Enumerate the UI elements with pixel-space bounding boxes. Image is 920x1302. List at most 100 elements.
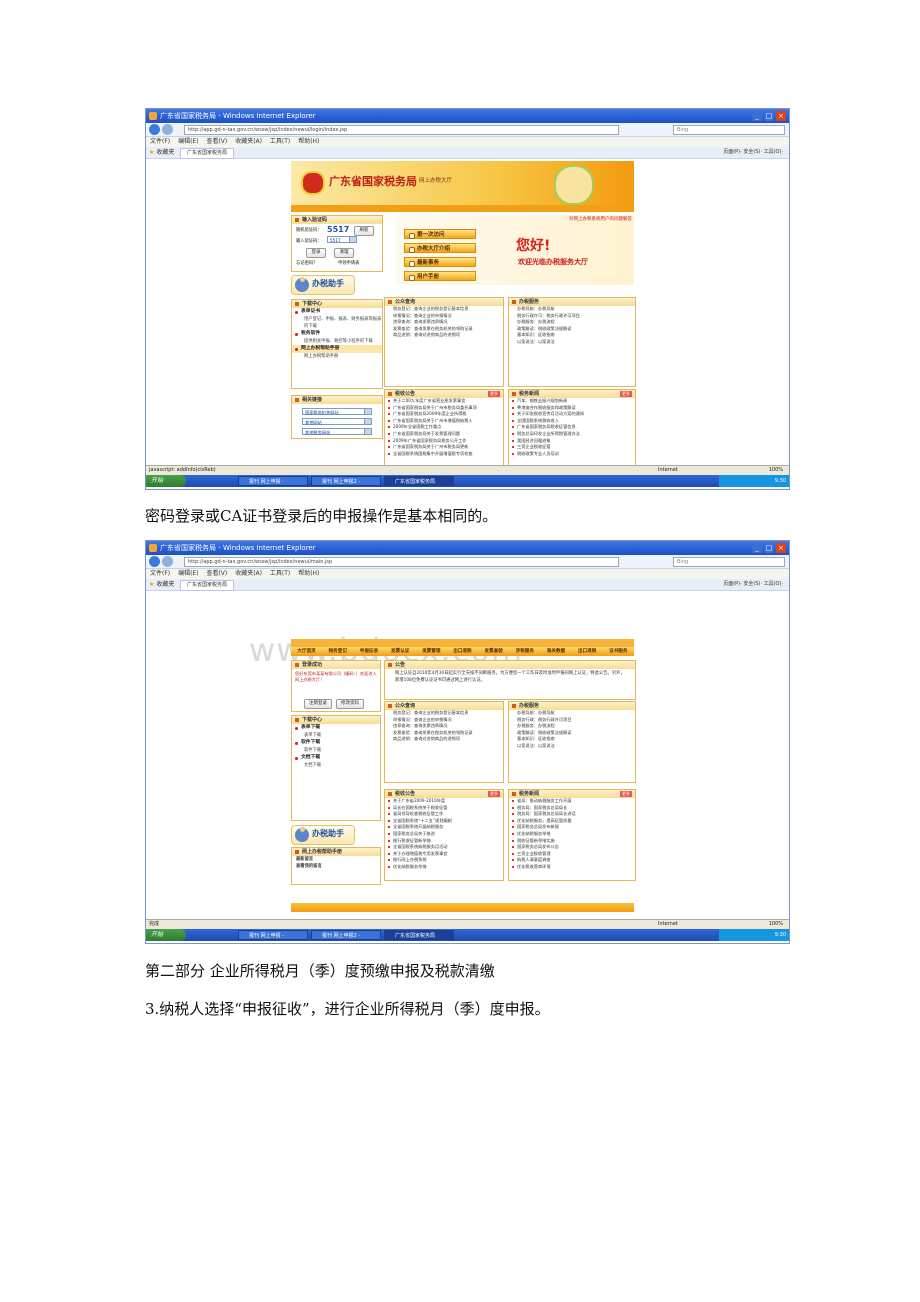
- tax-news-item[interactable]: 纳税人满意度调查: [509, 857, 635, 864]
- modify-profile-button[interactable]: 修改资料: [336, 699, 364, 709]
- notice-link[interactable]: 对网上办税系统用户的问题解答: [569, 216, 632, 222]
- news-item[interactable]: 关于二00九年度广东省营业税发票事宜: [385, 398, 503, 405]
- menu-edit[interactable]: 编辑(E): [178, 570, 198, 577]
- logout-button[interactable]: 注销登录: [304, 699, 332, 709]
- maximize-button[interactable]: □: [764, 543, 774, 553]
- back-button[interactable]: [149, 124, 160, 135]
- browser-tab[interactable]: 广东省国家税务局: [180, 580, 235, 591]
- news-item[interactable]: 全省国税系统开展纳税服务: [385, 824, 503, 831]
- nav-export-refund[interactable]: 出口退税: [453, 647, 471, 656]
- query-item[interactable]: 税务登记：查询企业的税务登记基本信息: [385, 306, 503, 313]
- login-button[interactable]: 登录: [306, 248, 326, 258]
- query-item[interactable]: 违章查询：查询发票违章情况: [385, 319, 503, 326]
- nav-certificate[interactable]: 证书服务: [609, 647, 627, 656]
- menu-tools[interactable]: 工具(T): [270, 138, 290, 145]
- back-button[interactable]: [149, 556, 160, 567]
- command-bar[interactable]: 页面(P)· 安全(S)· 工具(O)·: [723, 147, 783, 158]
- zoom-level[interactable]: 100%: [769, 920, 783, 929]
- news-item[interactable]: 广东省国家税务局关于广州市增值税纳税人: [385, 418, 503, 425]
- news-item[interactable]: 国家税务总局关于推进: [385, 831, 503, 838]
- tax-news-item[interactable]: 粤港澳合作税收服务和政策解读: [509, 405, 635, 412]
- tax-news-item[interactable]: 全国国税系统税收收入: [509, 418, 635, 425]
- tax-news-item[interactable]: 税收政策专业人员培训: [509, 451, 635, 458]
- start-button[interactable]: 开始: [146, 929, 186, 941]
- news-item[interactable]: 推行税收征管新举措: [385, 838, 503, 845]
- download-section-software[interactable]: 税务软件: [292, 330, 382, 338]
- query-item[interactable]: 商品进销：查询对进销商品的进销项: [385, 736, 503, 743]
- zoom-level[interactable]: 100%: [769, 466, 783, 475]
- nav-invoice-check[interactable]: 发票查验: [484, 647, 502, 656]
- nav-services[interactable]: 涉税服务: [516, 647, 534, 656]
- query-item[interactable]: 发票查验：查询发票在税务机关的领购记录: [385, 730, 503, 737]
- tax-helper-banner[interactable]: 办税助手: [291, 275, 355, 295]
- links-select-1[interactable]: 国家税务机关网站: [302, 408, 372, 415]
- menu-view[interactable]: 查看(V): [206, 570, 227, 577]
- tax-news-item[interactable]: 国家税务总局发布公告: [509, 844, 635, 851]
- tax-helper-banner[interactable]: 办税助手: [291, 825, 355, 845]
- news-item[interactable]: 全省国税系统“十二五”规划编制: [385, 818, 503, 825]
- menu-tools[interactable]: 工具(T): [270, 570, 290, 577]
- nav-first-visit[interactable]: 第一次访问: [404, 229, 476, 239]
- tax-news-item[interactable]: 税务总局印发企业所得税管理办法: [509, 431, 635, 438]
- menu-file[interactable]: 文件(F): [150, 570, 170, 577]
- nav-latest[interactable]: 最新事务: [404, 257, 476, 267]
- tax-news-more-button[interactable]: 更多: [620, 791, 632, 797]
- service-item[interactable]: 基本知识：征收指南: [509, 736, 635, 743]
- search-input[interactable]: Bing: [673, 557, 785, 567]
- captcha-input[interactable]: 5517: [327, 236, 357, 243]
- favorites-label[interactable]: 收藏夹: [156, 149, 174, 156]
- download-docs-link[interactable]: 文档下载: [292, 762, 380, 769]
- news-item[interactable]: 优化纳税服务举措: [385, 864, 503, 871]
- query-item[interactable]: 商品进销：查询对进销商品的进销项: [385, 332, 503, 339]
- news-item[interactable]: 广东省国家税务局关于广州市税务局委托事项: [385, 405, 503, 412]
- service-item[interactable]: 以案说法：以案说法: [509, 339, 635, 346]
- news-item[interactable]: 全省国税系统纳税服务月活动: [385, 844, 503, 851]
- clear-button[interactable]: 清理: [334, 248, 354, 258]
- news-more-button[interactable]: 更多: [488, 791, 500, 797]
- nav-invoice-auth[interactable]: 发票认证: [391, 647, 409, 656]
- taskbar-item-2[interactable]: 报刊 网上申报2 -: [311, 476, 381, 486]
- news-item[interactable]: 省局领导检查税收征管工作: [385, 811, 503, 818]
- tax-news-item[interactable]: 我国经济回暖迹象: [509, 438, 635, 445]
- taskbar-item-2[interactable]: 报刊 网上申报2 -: [311, 930, 381, 940]
- download-section-manual[interactable]: 网上办税帮助手册: [292, 345, 382, 353]
- service-item[interactable]: 政策解读：税收政策法规解读: [509, 730, 635, 737]
- refresh-button[interactable]: 刷新: [354, 226, 374, 236]
- service-item[interactable]: 政策解读：税收政策法规解读: [509, 326, 635, 333]
- tax-news-item[interactable]: 省局：推动纳税服务工作开展: [509, 798, 635, 805]
- browser-tab[interactable]: 广东省国家税务局: [180, 148, 235, 159]
- query-item[interactable]: 税务登记：查询企业的税务登记基本信息: [385, 710, 503, 717]
- tax-news-item[interactable]: 优化纳税服务，提高征管质量: [509, 818, 635, 825]
- service-item[interactable]: 办税导航：办税导航: [509, 710, 635, 717]
- menu-favorites[interactable]: 收藏夹(A): [235, 570, 262, 577]
- download-docs[interactable]: 文档下载: [292, 754, 380, 762]
- nav-export-refund-2[interactable]: 出口退税: [578, 647, 596, 656]
- tax-news-item[interactable]: 三资企业税收管理: [509, 851, 635, 858]
- tax-news-item[interactable]: 汽车、钢铁业振兴规划新闻: [509, 398, 635, 405]
- nav-invoice-manage[interactable]: 发票管理: [422, 647, 440, 656]
- my-messages-link[interactable]: 查看我的留言: [292, 863, 380, 870]
- taskbar-item-3[interactable]: 广东省国家税务局: [384, 476, 454, 486]
- query-item[interactable]: 申报情况：查询企业的申报情况: [385, 717, 503, 724]
- tax-news-item[interactable]: 税务局：国家税务总局局长: [509, 805, 635, 812]
- tax-news-item[interactable]: 优化税收营商环境: [509, 864, 635, 871]
- download-software-link[interactable]: 软件下载: [292, 747, 380, 754]
- nav-user-manual[interactable]: 用户手册: [404, 271, 476, 281]
- news-item[interactable]: 关于广东省2009-2010年度: [385, 798, 503, 805]
- favorites-label[interactable]: 收藏夹: [156, 581, 174, 588]
- query-item[interactable]: 违章查询：查询发票违章情况: [385, 723, 503, 730]
- tax-news-item[interactable]: 国家税务总局发布新规: [509, 824, 635, 831]
- service-item[interactable]: 办税服务：办税流程: [509, 319, 635, 326]
- apply-form-link[interactable]: 申领申请表: [338, 260, 359, 266]
- service-item[interactable]: 办税服务：办税流程: [509, 723, 635, 730]
- tax-news-item[interactable]: 税务局：国家税务总局局长讲话: [509, 811, 635, 818]
- news-item[interactable]: 2009年全省国税工作重点: [385, 424, 503, 431]
- links-select-2[interactable]: 其他网站: [302, 418, 372, 425]
- query-item[interactable]: 申报情况：查询企业的申报情况: [385, 313, 503, 320]
- service-item[interactable]: 以案说法：以案说法: [509, 743, 635, 750]
- service-item[interactable]: 办税导航：办税导航: [509, 306, 635, 313]
- menu-help[interactable]: 帮助(H): [298, 570, 319, 577]
- tax-news-item[interactable]: 广东省国家税务局税收征管信息: [509, 424, 635, 431]
- tax-news-item[interactable]: 三资企业税收征管: [509, 444, 635, 451]
- menu-favorites[interactable]: 收藏夹(A): [235, 138, 262, 145]
